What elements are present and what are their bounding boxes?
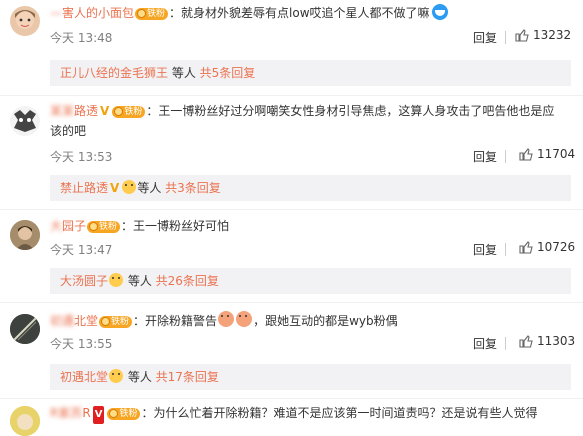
comment-line: 大园子 铁粉 ：王一博粉丝好可怕	[50, 217, 571, 235]
fan-badge: 铁粉	[87, 221, 121, 233]
commenter-name[interactable]: 路透	[74, 104, 98, 118]
thumbs-up-icon	[519, 241, 533, 254]
divider	[505, 150, 506, 163]
more-replies-link[interactable]: 共3条回复	[165, 181, 221, 195]
sub-replies[interactable]: 初遇北堂 等人 共17条回复	[50, 364, 571, 390]
warning-face-emoji-icon	[218, 311, 235, 327]
fan-medal-icon	[122, 180, 137, 194]
sub-reply-name[interactable]: 大汤圆子	[60, 274, 108, 288]
fan-badge: 铁粉	[107, 408, 141, 420]
thumbs-up-icon	[515, 29, 529, 42]
warning-face-emoji-icon	[236, 311, 253, 327]
like-button[interactable]: 11303	[519, 334, 575, 348]
commenter-name-prefix[interactable]: 某某	[50, 104, 74, 118]
sub-replies[interactable]: 禁止路透 V 等人 共3条回复	[50, 175, 571, 201]
comment-time: 今天 13:53	[50, 150, 113, 164]
commenter-name-prefix[interactable]: —	[50, 6, 62, 20]
verified-v-icon: V	[100, 104, 110, 118]
like-button[interactable]: 11704	[519, 147, 575, 161]
more-replies-link[interactable]: 共26条回复	[156, 274, 219, 288]
verified-v-icon: V	[110, 181, 120, 195]
avatar[interactable]	[10, 6, 40, 36]
comment-time: 今天 13:55	[50, 337, 113, 351]
avatar[interactable]	[10, 220, 40, 250]
comment-line: 初遇北堂 铁粉 ：开除粉籍警告 ，跟她互动的都是wyb粉偶	[50, 311, 571, 330]
commenter-name[interactable]: 北堂	[74, 314, 98, 328]
comment-text: ：王一博粉丝好过分啊嘲笑女性身材引导焦虑，这算人身攻击了吧告他也是应	[146, 104, 555, 118]
reply-button[interactable]: 回复	[473, 148, 497, 165]
thumbs-up-icon	[519, 335, 533, 348]
divider	[0, 209, 583, 210]
sub-reply-mid: 等人	[168, 66, 200, 80]
divider	[0, 95, 583, 96]
comment-line: 某某路透 V 铁粉 ：王一博粉丝好过分啊嘲笑女性身材引导焦虑，这算人身攻击了吧告他也是…	[50, 102, 571, 120]
divider	[0, 302, 583, 303]
fan-badge: 铁粉	[135, 8, 169, 20]
sub-reply-name[interactable]: 禁止路透	[60, 181, 108, 195]
sub-replies[interactable]: 大汤圆子 等人 共26条回复	[50, 268, 571, 294]
comment-time: 今天 13:47	[50, 243, 113, 257]
fan-medal-icon	[109, 369, 124, 383]
divider	[505, 337, 506, 350]
commenter-name[interactable]: 园子	[62, 219, 86, 233]
comment-time: 今天 13:48	[50, 31, 113, 45]
verified-v-icon: V	[92, 406, 105, 424]
sub-reply-name[interactable]: 初遇北堂	[60, 370, 108, 384]
sub-reply-name[interactable]: 正儿八经的金毛狮王	[60, 66, 168, 80]
commenter-name-prefix[interactable]: R紫苏	[50, 406, 82, 420]
more-replies-link[interactable]: 共5条回复	[200, 66, 256, 80]
doraemon-emoji-icon	[431, 4, 448, 20]
more-replies-link[interactable]: 共17条回复	[156, 370, 219, 384]
comment-text: ：为什么忙着开除粉籍？难道不是应该第一时间道责吗？还是说有些人觉得	[141, 406, 538, 420]
comment-line: R紫苏R V 铁粉 ：为什么忙着开除粉籍？难道不是应该第一时间道责吗？还是说有些人觉得	[50, 404, 571, 424]
commenter-name[interactable]: 害人的小面包	[62, 6, 134, 20]
fan-badge: 铁粉	[99, 316, 133, 328]
like-button[interactable]: 13232	[515, 28, 571, 42]
fan-badge: 铁粉	[112, 106, 146, 118]
sub-reply-mid: 等人	[137, 181, 166, 195]
commenter-name-prefix[interactable]: 大	[50, 219, 62, 233]
divider	[505, 243, 506, 256]
comment-text: ：王一博粉丝好可怕	[121, 219, 230, 233]
fan-medal-icon	[109, 273, 124, 287]
sub-reply-mid: 等人	[124, 274, 156, 288]
like-button[interactable]: 10726	[519, 240, 575, 254]
comment-text: ：开除粉籍警告	[133, 314, 218, 328]
like-count: 13232	[533, 28, 572, 42]
reply-button[interactable]: 回复	[473, 241, 497, 258]
avatar[interactable]	[10, 106, 40, 136]
thumbs-up-icon	[519, 148, 533, 161]
reply-button[interactable]: 回复	[473, 29, 497, 46]
comment-line-2: 该的吧	[50, 124, 87, 138]
comment-text-2: ，跟她互动的都是wyb粉偶	[253, 314, 398, 328]
like-count: 11704	[537, 147, 576, 161]
comment-line: —害人的小面包 铁粉 ：就身材外貌差辱有点low哎追个星人都不做了嘛	[50, 4, 571, 22]
sub-replies[interactable]: 正儿八经的金毛狮王 等人 共5条回复	[50, 60, 571, 86]
like-count: 11303	[537, 334, 576, 348]
commenter-name-prefix[interactable]: 初遇	[50, 314, 74, 328]
avatar[interactable]	[10, 314, 40, 344]
comment-text: ：就身材外貌差辱有点low哎追个星人都不做了嘛	[169, 6, 430, 20]
divider	[505, 31, 506, 44]
sub-reply-mid: 等人	[124, 370, 156, 384]
like-count: 10726	[537, 240, 576, 254]
reply-button[interactable]: 回复	[473, 335, 497, 352]
divider	[0, 398, 583, 399]
commenter-name[interactable]: R	[82, 406, 90, 420]
avatar[interactable]	[10, 406, 40, 436]
